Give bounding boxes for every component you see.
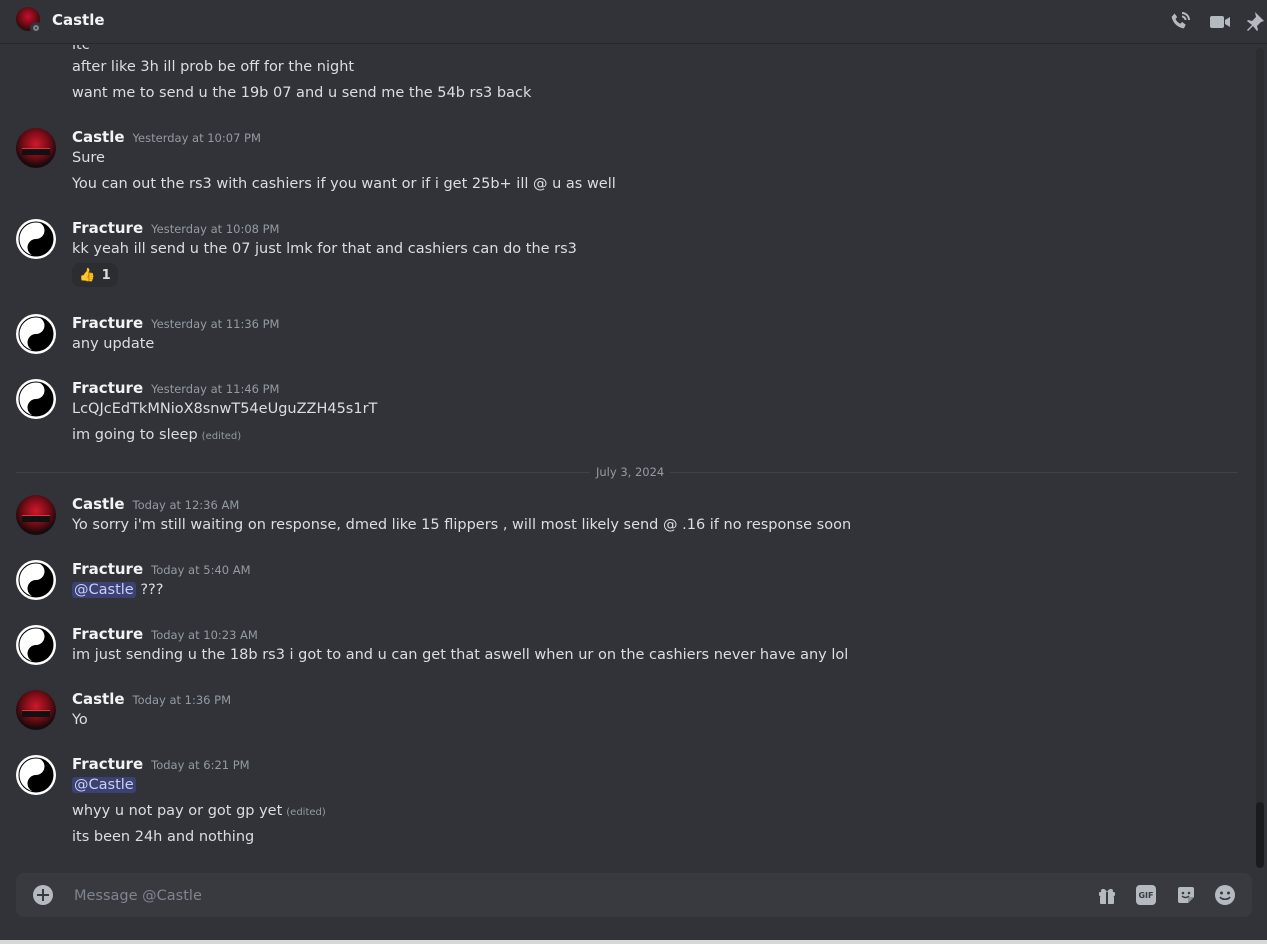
avatar[interactable] [16, 755, 56, 795]
message-body: ??? [140, 582, 164, 598]
message-text: im just sending u the 18b rs3 i got to a… [72, 647, 849, 663]
author-name[interactable]: Castle [72, 690, 125, 708]
phone-call-icon[interactable] [1168, 10, 1192, 34]
add-attachment-icon[interactable] [33, 885, 53, 905]
message-header: Castle Yesterday at 10:07 PM [72, 128, 261, 146]
avatar[interactable] [16, 625, 56, 665]
message-text: its been 24h and nothing [72, 829, 255, 845]
message-text: whyy u not pay or got gp yet (edited) [72, 803, 326, 819]
message-header: Fracture Today at 6:21 PM [72, 755, 250, 773]
sticker-icon[interactable] [1175, 884, 1197, 910]
timestamp: Yesterday at 10:07 PM [132, 131, 261, 145]
reaction-button[interactable]: 👍 1 [72, 263, 118, 287]
window-bottom-edge [0, 940, 1267, 944]
avatar[interactable] [16, 690, 56, 730]
author-name[interactable]: Castle [72, 128, 125, 146]
thumbs-up-icon: 👍 [79, 267, 96, 283]
message-text: ltc [72, 45, 90, 53]
pin-icon[interactable] [1246, 10, 1267, 34]
offline-status-icon [30, 22, 42, 34]
message-header: Castle Today at 12:36 AM [72, 495, 239, 513]
timestamp: Today at 5:40 AM [151, 563, 251, 577]
message-input[interactable] [72, 873, 1076, 919]
avatar[interactable] [16, 314, 56, 354]
message-text: after like 3h ill prob be off for the ni… [72, 59, 355, 75]
user-mention[interactable]: @Castle [72, 777, 136, 793]
emoji-icon[interactable] [1214, 884, 1236, 910]
message-header: Fracture Yesterday at 11:46 PM [72, 379, 279, 397]
avatar[interactable] [16, 128, 56, 168]
author-name[interactable]: Fracture [72, 755, 143, 773]
message-body: im going to sleep [72, 427, 198, 443]
timestamp: Today at 10:23 AM [151, 628, 258, 642]
avatar[interactable] [16, 560, 56, 600]
author-name[interactable]: Castle [72, 495, 125, 513]
message-list: ltc after like 3h ill prob be off for th… [0, 45, 1252, 865]
author-name[interactable]: Fracture [72, 560, 143, 578]
channel-title: Castle [52, 11, 105, 29]
message-text: kk yeah ill send u the 07 just lmk for t… [72, 241, 577, 257]
message-text: You can out the rs3 with cashiers if you… [72, 176, 616, 192]
message-text: any update [72, 336, 155, 352]
channel-header: Castle [0, 0, 1267, 44]
message-text: LcQJcEdTkMNioX8snwT54eUguZZH45s1rT [72, 401, 378, 417]
timestamp: Yesterday at 11:46 PM [151, 382, 280, 396]
reaction-count: 1 [101, 267, 111, 283]
message-composer: GIF [16, 873, 1252, 919]
message-header: Fracture Yesterday at 10:08 PM [72, 219, 279, 237]
timestamp: Yesterday at 11:36 PM [151, 317, 280, 331]
message-header: Castle Today at 1:36 PM [72, 690, 231, 708]
avatar[interactable] [16, 379, 56, 419]
timestamp: Today at 1:36 PM [132, 693, 232, 707]
edited-label: (edited) [286, 807, 326, 818]
author-name[interactable]: Fracture [72, 625, 143, 643]
message-text: Yo [72, 712, 88, 728]
edited-label: (edited) [201, 431, 242, 442]
message-header: Fracture Today at 5:40 AM [72, 560, 251, 578]
message-text: want me to send u the 19b 07 and u send … [72, 85, 532, 101]
user-mention[interactable]: @Castle [72, 582, 136, 598]
avatar[interactable] [16, 495, 56, 535]
message-header: Fracture Today at 10:23 AM [72, 625, 258, 643]
message-text: @Castle ??? [72, 582, 163, 598]
avatar[interactable] [16, 219, 56, 259]
video-call-icon[interactable] [1208, 10, 1232, 34]
message-text: @Castle [72, 777, 136, 793]
scrollbar-thumb[interactable] [1256, 802, 1264, 868]
timestamp: Yesterday at 10:08 PM [151, 222, 280, 236]
gif-icon[interactable]: GIF [1136, 885, 1156, 905]
message-text: Yo sorry i'm still waiting on response, … [72, 517, 852, 533]
message-body: whyy u not pay or got gp yet [72, 803, 283, 819]
author-name[interactable]: Fracture [72, 314, 143, 332]
author-name[interactable]: Fracture [72, 219, 143, 237]
timestamp: Today at 6:21 PM [151, 758, 250, 772]
message-header: Fracture Yesterday at 11:36 PM [72, 314, 279, 332]
date-divider-label: July 3, 2024 [590, 465, 671, 479]
author-name[interactable]: Fracture [72, 379, 143, 397]
message-text: Sure [72, 150, 105, 166]
scrollbar-track[interactable] [1256, 48, 1264, 868]
gift-icon[interactable] [1096, 884, 1118, 910]
message-text: im going to sleep (edited) [72, 427, 241, 443]
timestamp: Today at 12:36 AM [132, 498, 240, 512]
